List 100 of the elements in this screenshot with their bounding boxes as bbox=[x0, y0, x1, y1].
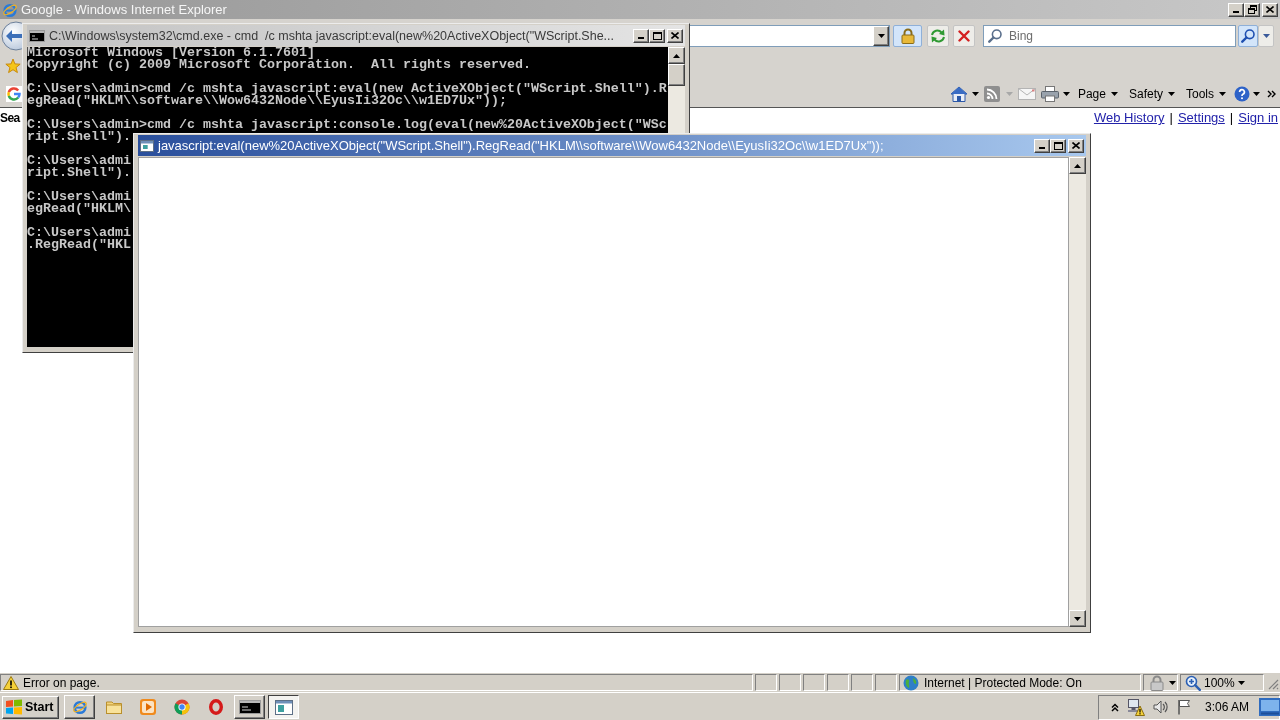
resize-grip-icon bbox=[1268, 679, 1279, 690]
link-separator: | bbox=[1169, 110, 1173, 126]
caret-icon bbox=[1237, 680, 1245, 685]
arrow-up-icon bbox=[673, 53, 680, 58]
status-text: Error on page. bbox=[23, 675, 100, 690]
console-line: C:\Users\admi bbox=[27, 227, 131, 239]
address-field[interactable] bbox=[689, 24, 890, 47]
close-button[interactable] bbox=[1068, 138, 1084, 153]
search-options-button[interactable] bbox=[1258, 24, 1274, 47]
ie-logo-icon bbox=[71, 699, 88, 715]
zone-text: Internet | Protected Mode: On bbox=[924, 675, 1082, 690]
status-panel bbox=[851, 674, 873, 691]
scroll-down-button[interactable] bbox=[1069, 610, 1086, 627]
console-line: egRead("HKLM\ bbox=[27, 203, 131, 215]
status-panel bbox=[827, 674, 849, 691]
link[interactable]: Web History bbox=[1093, 110, 1165, 126]
caret-icon bbox=[1253, 91, 1260, 96]
menu-button[interactable]: Page bbox=[1074, 82, 1121, 105]
star-icon bbox=[5, 58, 21, 74]
scrollbar-thumb[interactable] bbox=[668, 64, 685, 86]
restore-button[interactable] bbox=[1244, 2, 1260, 17]
lock-icon bbox=[900, 27, 915, 44]
status-panel bbox=[755, 674, 777, 691]
minimize-icon bbox=[1039, 146, 1045, 149]
security-button[interactable] bbox=[893, 24, 922, 47]
console-line: ript.Shell"). bbox=[27, 167, 131, 179]
search-field[interactable]: Bing bbox=[983, 24, 1236, 47]
menu-button[interactable]: Safety bbox=[1125, 82, 1178, 105]
show-hidden-icons-button[interactable] bbox=[1111, 702, 1119, 712]
console-icon bbox=[29, 29, 45, 42]
dropdown-button[interactable] bbox=[873, 25, 889, 46]
link[interactable]: Settings bbox=[1177, 110, 1225, 126]
window-icon bbox=[274, 699, 293, 715]
scroll-up-button[interactable] bbox=[668, 47, 685, 64]
console-line: C:\Users\admi bbox=[27, 155, 131, 167]
search-button[interactable] bbox=[1238, 24, 1258, 47]
caret-icon bbox=[1219, 91, 1226, 96]
back-button[interactable] bbox=[0, 20, 22, 51]
network-warning-icon bbox=[1127, 698, 1145, 716]
clock: 3:06 AM bbox=[1205, 700, 1250, 714]
favicon-icon bbox=[6, 85, 22, 102]
printer-icon bbox=[1040, 85, 1059, 102]
caret-icon bbox=[877, 33, 885, 38]
ie-logo-icon bbox=[2, 1, 18, 18]
scroll-up-button[interactable] bbox=[1069, 157, 1086, 174]
folder-icon bbox=[105, 700, 122, 714]
page-text: Sea bbox=[0, 110, 20, 126]
window-title: javascript:eval(new%20ActiveXObject("WScript.Shell").RegRead("HKLM\\software\\Wow6432Node\\EyusIi32Oc\\w1ED7Ux")); bbox=[158, 138, 884, 153]
minimize-icon bbox=[638, 36, 644, 39]
close-button[interactable] bbox=[1262, 2, 1278, 17]
maximize-icon bbox=[1053, 141, 1063, 150]
caret-icon bbox=[1110, 91, 1118, 96]
status-panel bbox=[803, 674, 825, 691]
back-arrow-icon bbox=[0, 20, 22, 51]
arrow-up-icon bbox=[1074, 163, 1081, 168]
oval-ring-icon bbox=[208, 699, 223, 715]
maximize-button[interactable] bbox=[1050, 138, 1066, 153]
caret-icon bbox=[1062, 91, 1070, 96]
close-icon bbox=[1072, 142, 1080, 149]
globe-icon bbox=[903, 674, 919, 691]
stop-button[interactable] bbox=[953, 24, 975, 47]
console-line: C:\Users\admin>cmd /c mshta javascript:eval(new ActiveXObject("WScript.Shell").R bbox=[27, 83, 667, 95]
cross-icon bbox=[958, 29, 970, 42]
help-icon bbox=[1234, 85, 1250, 102]
play-icon bbox=[139, 699, 156, 715]
flag-icon bbox=[1177, 699, 1191, 715]
home-icon bbox=[949, 85, 968, 102]
refresh-icon bbox=[929, 27, 947, 44]
security-status-button[interactable] bbox=[1143, 674, 1178, 691]
console-line: .RegRead("HKL bbox=[27, 239, 131, 251]
search-icon bbox=[988, 28, 1002, 43]
menu-button[interactable]: Tools bbox=[1183, 82, 1229, 105]
maximize-icon bbox=[652, 31, 662, 40]
chevrons-icon bbox=[1267, 89, 1276, 98]
minimize-button[interactable] bbox=[633, 28, 649, 43]
ring-logo-icon bbox=[173, 699, 190, 715]
taskbar-button[interactable] bbox=[268, 695, 299, 719]
search-icon bbox=[1241, 28, 1255, 43]
arrow-down-icon bbox=[1074, 616, 1081, 621]
refresh-button[interactable] bbox=[927, 24, 949, 47]
envelope-icon bbox=[1017, 87, 1036, 100]
warning-icon bbox=[3, 675, 19, 690]
start-button[interactable]: Start bbox=[2, 695, 59, 719]
minimize-button[interactable] bbox=[1228, 2, 1244, 17]
caret-icon bbox=[1168, 91, 1175, 96]
window-title: C:\Windows\system32\cmd.exe - cmd /c mshta javascript:eval(new%20ActiveXObject("WScript.She... bbox=[49, 28, 615, 43]
minimize-button[interactable] bbox=[1034, 138, 1050, 153]
caret-icon bbox=[1005, 91, 1013, 96]
caret-icon bbox=[971, 91, 979, 96]
speaker-icon bbox=[1153, 699, 1169, 715]
close-icon bbox=[671, 32, 679, 39]
show-desktop-button[interactable] bbox=[1259, 698, 1280, 716]
link[interactable]: Sign in bbox=[1238, 110, 1278, 126]
zoom-button[interactable]: 100% bbox=[1180, 674, 1264, 691]
close-icon bbox=[1266, 6, 1274, 13]
console-line: egRead("HKLM\\software\\Wow6432Node\\EyusIi32Oc\\w1ED7Ux")); bbox=[27, 95, 507, 107]
maximize-button[interactable] bbox=[649, 28, 665, 43]
close-button[interactable] bbox=[667, 28, 683, 43]
caret-icon bbox=[1262, 33, 1270, 38]
console-icon bbox=[238, 700, 261, 714]
